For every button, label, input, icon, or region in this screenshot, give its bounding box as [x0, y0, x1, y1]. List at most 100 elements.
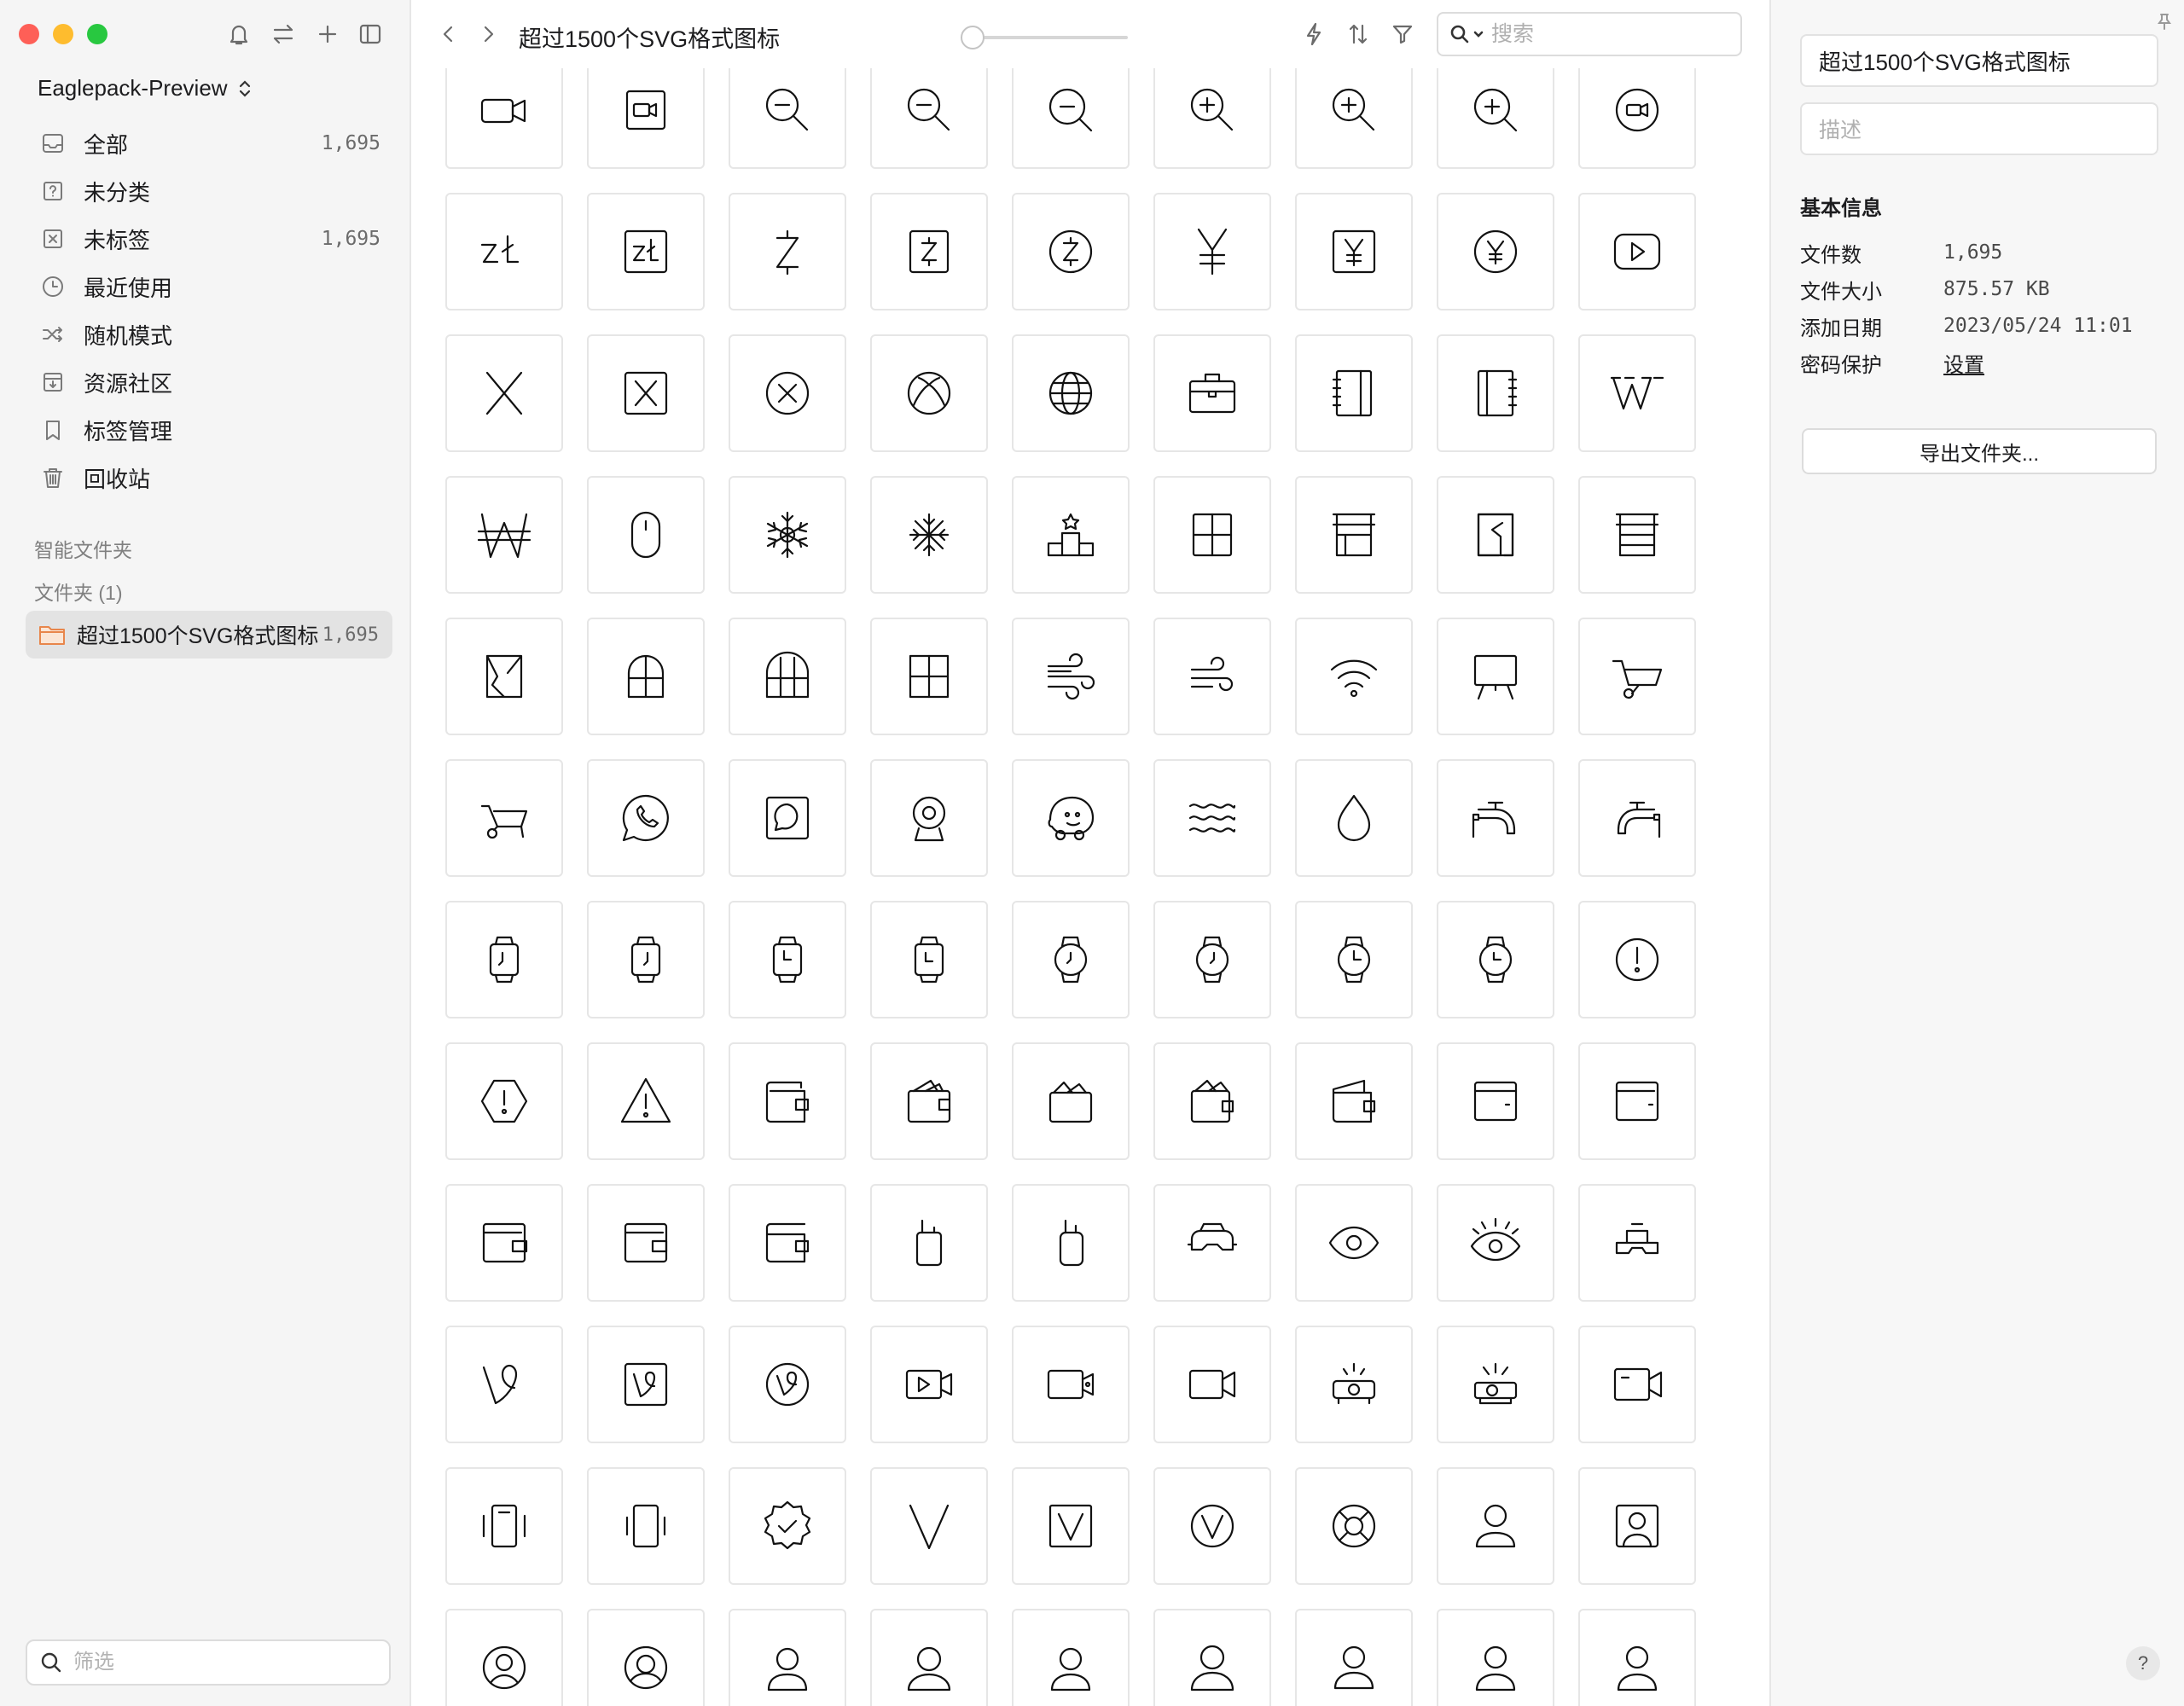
asset-tile[interactable]	[1578, 334, 1696, 452]
sidebar-item-uncategorized[interactable]: 未分类	[26, 169, 394, 213]
asset-tile[interactable]	[1295, 193, 1413, 310]
asset-tile[interactable]	[1578, 193, 1696, 310]
sync-icon[interactable]	[268, 19, 299, 49]
help-button[interactable]: ?	[2126, 1646, 2160, 1680]
asset-tile[interactable]	[729, 1609, 846, 1706]
asset-tile[interactable]	[1295, 68, 1413, 169]
sidebar-toggle-icon[interactable]	[355, 19, 386, 49]
asset-tile[interactable]	[729, 901, 846, 1018]
asset-tile[interactable]	[445, 193, 563, 310]
asset-tile[interactable]	[729, 1042, 846, 1160]
asset-tile[interactable]	[445, 476, 563, 594]
asset-tile[interactable]	[1578, 759, 1696, 877]
bell-icon[interactable]	[224, 19, 254, 49]
back-button[interactable]	[433, 19, 464, 49]
asset-tile[interactable]	[587, 193, 705, 310]
asset-tile[interactable]	[729, 1326, 846, 1443]
asset-tile[interactable]	[729, 759, 846, 877]
asset-tile[interactable]	[587, 901, 705, 1018]
folder-item[interactable]: 超过1500个SVG格式图标 1,695	[26, 611, 392, 659]
asset-tile[interactable]	[870, 618, 988, 735]
asset-tile[interactable]	[1012, 1184, 1130, 1302]
asset-tile[interactable]	[1578, 1326, 1696, 1443]
asset-tile[interactable]	[1295, 1326, 1413, 1443]
asset-tile[interactable]	[1437, 476, 1554, 594]
asset-tile[interactable]	[1437, 1042, 1554, 1160]
zoom-slider-thumb[interactable]	[961, 26, 985, 49]
search-input[interactable]	[1491, 21, 1713, 47]
chevron-down-icon[interactable]	[1472, 28, 1484, 40]
asset-tile[interactable]	[729, 1467, 846, 1585]
asset-tile[interactable]	[1437, 1467, 1554, 1585]
asset-tile[interactable]	[1153, 68, 1271, 169]
asset-tile[interactable]	[1012, 68, 1130, 169]
sidebar-item-recent[interactable]: 最近使用	[26, 264, 394, 309]
asset-tile[interactable]	[1153, 1042, 1271, 1160]
asset-tile[interactable]	[729, 1184, 846, 1302]
asset-tile[interactable]	[1437, 68, 1554, 169]
add-icon[interactable]	[312, 19, 343, 49]
asset-tile[interactable]	[587, 1326, 705, 1443]
asset-tile[interactable]	[1012, 476, 1130, 594]
asset-tile[interactable]	[1153, 1467, 1271, 1585]
asset-tile[interactable]	[1437, 1326, 1554, 1443]
asset-tile[interactable]	[587, 68, 705, 169]
asset-tile[interactable]	[1295, 1467, 1413, 1585]
zoom-slider-track[interactable]	[964, 36, 1128, 39]
asset-tile[interactable]	[870, 1184, 988, 1302]
asset-tile[interactable]	[1295, 476, 1413, 594]
asset-tile[interactable]	[870, 1326, 988, 1443]
asset-tile[interactable]	[870, 193, 988, 310]
asset-tile[interactable]	[729, 334, 846, 452]
asset-tile[interactable]	[1295, 1184, 1413, 1302]
asset-tile[interactable]	[729, 193, 846, 310]
asset-tile[interactable]	[1153, 476, 1271, 594]
asset-tile[interactable]	[1012, 1042, 1130, 1160]
asset-tile[interactable]	[1012, 901, 1130, 1018]
asset-tile[interactable]	[587, 1184, 705, 1302]
export-folder-button[interactable]: 导出文件夹...	[1802, 428, 2157, 474]
asset-tile[interactable]	[1437, 193, 1554, 310]
zoom-window-button[interactable]	[87, 24, 107, 44]
minimize-window-button[interactable]	[53, 24, 73, 44]
asset-tile[interactable]	[870, 1467, 988, 1585]
search-field[interactable]	[1437, 12, 1742, 56]
asset-tile[interactable]	[1578, 1184, 1696, 1302]
asset-tile[interactable]	[1578, 68, 1696, 169]
asset-tile[interactable]	[1153, 334, 1271, 452]
asset-tile[interactable]	[1012, 1609, 1130, 1706]
asset-tile[interactable]	[1012, 618, 1130, 735]
asset-tile[interactable]	[870, 68, 988, 169]
asset-tile[interactable]	[870, 759, 988, 877]
asset-tile[interactable]	[1012, 1467, 1130, 1585]
asset-tile[interactable]	[1437, 1184, 1554, 1302]
asset-tile[interactable]	[1295, 1042, 1413, 1160]
asset-tile[interactable]	[1153, 901, 1271, 1018]
asset-tile[interactable]	[587, 1042, 705, 1160]
quick-action-button[interactable]	[1298, 19, 1329, 49]
close-window-button[interactable]	[19, 24, 39, 44]
pin-icon[interactable]	[2157, 12, 2172, 31]
asset-tile[interactable]	[587, 1609, 705, 1706]
asset-tile[interactable]	[1578, 901, 1696, 1018]
sidebar-item-tags[interactable]: 标签管理	[26, 408, 394, 452]
asset-tile[interactable]	[587, 476, 705, 594]
asset-tile[interactable]	[870, 476, 988, 594]
asset-tile[interactable]	[1295, 1609, 1413, 1706]
asset-tile[interactable]	[1437, 901, 1554, 1018]
sidebar-item-community[interactable]: 资源社区	[26, 360, 394, 404]
password-settings-link[interactable]: 设置	[1943, 348, 1984, 378]
asset-tile[interactable]	[1153, 1326, 1271, 1443]
asset-tile[interactable]	[587, 1467, 705, 1585]
asset-tile[interactable]	[587, 334, 705, 452]
asset-tile[interactable]	[1578, 1467, 1696, 1585]
asset-tile[interactable]	[1437, 618, 1554, 735]
asset-tile[interactable]	[587, 618, 705, 735]
sort-button[interactable]	[1343, 19, 1374, 49]
asset-tile[interactable]	[445, 68, 563, 169]
description-field[interactable]: 描述	[1800, 102, 2158, 155]
asset-tile[interactable]	[445, 1609, 563, 1706]
asset-tile[interactable]	[1153, 759, 1271, 877]
asset-tile[interactable]	[729, 476, 846, 594]
asset-tile[interactable]	[1578, 618, 1696, 735]
